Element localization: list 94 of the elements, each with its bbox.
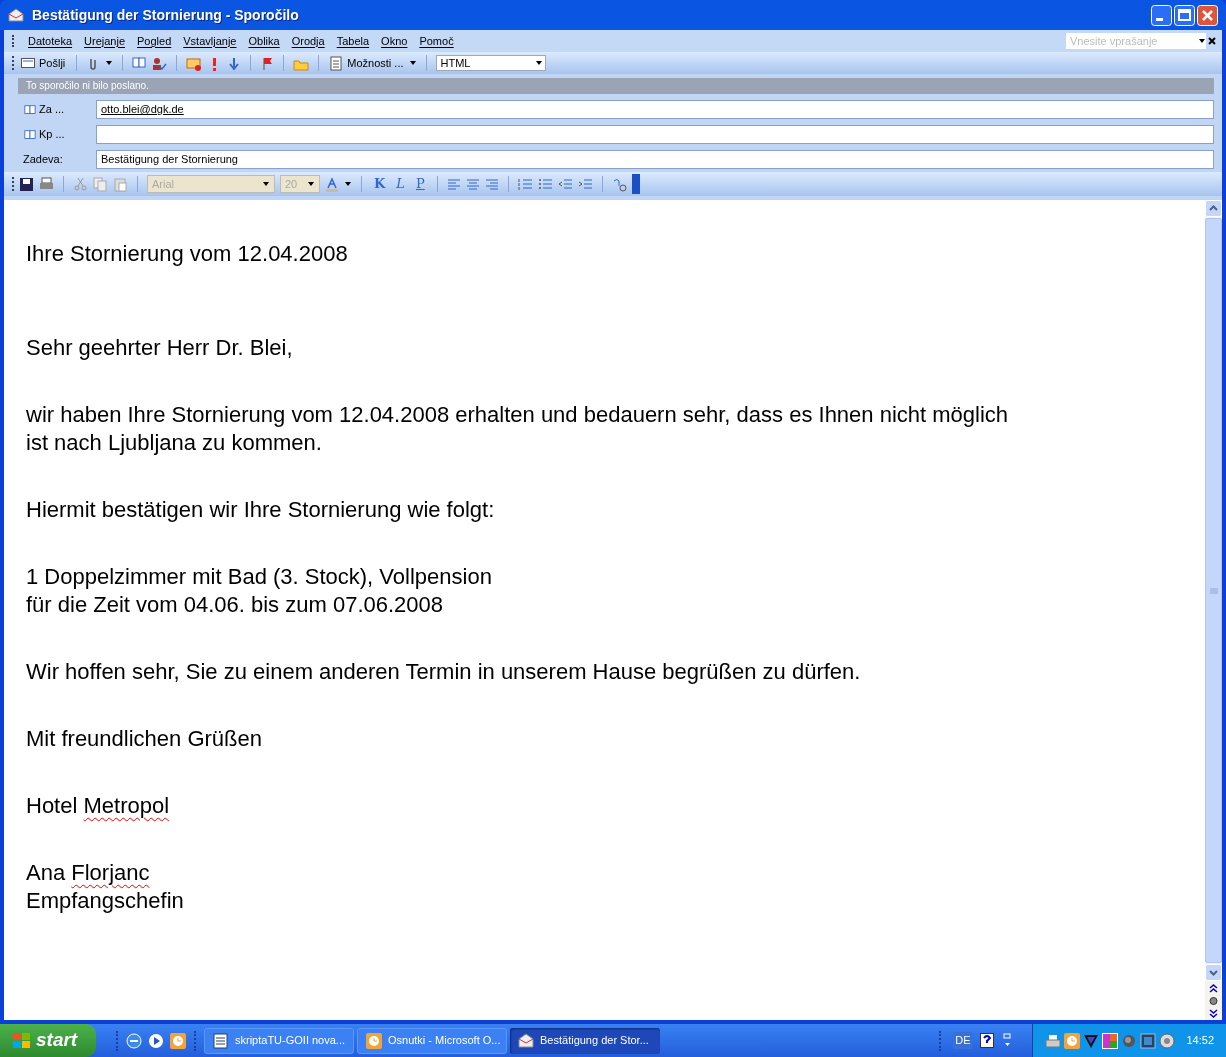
menu-item[interactable]: Pogled [131,32,178,50]
window-title: Bestätigung der Stornierung - Sporočilo [32,5,300,25]
close-icon[interactable] [1206,35,1218,47]
dropdown-caret-icon[interactable] [344,180,352,188]
body-text-line: Ana Florjanc [26,859,151,887]
clock-icon[interactable] [170,1032,186,1049]
antivirus-icon[interactable] [1159,1032,1176,1049]
field-label: Zadeva: [22,152,64,168]
dropdown-caret-icon [534,59,543,67]
menu-item[interactable]: Vstavljanje [177,32,243,50]
triangle-icon[interactable] [1083,1032,1100,1049]
align-right-icon[interactable] [484,176,499,192]
restore-icon[interactable] [1002,1032,1013,1049]
address-book-button[interactable]: Za ... [18,101,96,118]
taskbar-button[interactable]: Osnutki - Microsoft O... [357,1027,507,1054]
check-names-icon[interactable] [151,55,168,71]
clock-icon[interactable] [1064,1032,1081,1049]
body-text-line: ist nach Ljubljana zu kommen. [26,429,323,457]
align-center-icon[interactable] [465,176,480,192]
decrease-indent-icon[interactable] [557,176,573,192]
menu-item[interactable]: Okno [375,32,414,50]
underline-button[interactable]: P [412,174,428,194]
address-book-button[interactable]: Kp ... [18,126,96,143]
document-icon [328,55,344,71]
address-book-icon [23,128,37,141]
scroll-down-button[interactable] [1205,964,1222,981]
menu-item[interactable]: Pomoč [413,32,460,50]
dropdown-caret-icon[interactable] [105,59,114,67]
bold-button[interactable]: K [371,174,389,194]
scrollbar-thumb[interactable] [1205,218,1222,963]
flag-icon[interactable] [260,55,275,71]
language-icon[interactable] [611,176,627,192]
format-dropdown[interactable]: HTML [435,55,546,71]
mail-icon [8,8,24,22]
recipient-field[interactable] [96,125,1214,144]
paste-icon[interactable] [113,176,128,192]
body-text-line: Hotel Metropol [26,792,171,820]
options-button[interactable]: Možnosti ... [328,54,404,72]
envelope-icon[interactable] [186,55,203,71]
minimize-button[interactable] [1151,4,1172,26]
dropdown-caret-icon [1198,37,1206,45]
body-text-line: Sehr geehrter Herr Dr. Blei, [26,334,294,362]
subject-field[interactable]: Bestätigung der Stornierung [96,150,1214,169]
windows-logo [12,1031,32,1050]
language-indicator[interactable]: DE [953,1032,973,1049]
menu-item[interactable]: Urejanje [78,32,131,50]
browser-icon[interactable] [126,1032,142,1049]
scroll-up-button[interactable] [1205,200,1222,217]
align-left-icon[interactable] [446,176,461,192]
maximize-button[interactable] [1174,4,1195,26]
body-text-line: für die Zeit vom 04.06. bis zum 07.06.2008 [26,591,444,619]
colorful-square-icon[interactable] [1102,1032,1119,1049]
body-text-line: 1 Doppelzimmer mit Bad (3. Stock), Vollpension [26,563,493,591]
taskbar-button[interactable]: skriptaTU-GOII nova... [204,1027,354,1054]
send-button[interactable]: Pošlji [19,54,68,72]
body-text-line: wir haben Ihre Stornierung vom 12.04.2008 erhalten und bedauern sehr, dass es Ihnen nicht möglich [26,401,1010,429]
italic-button[interactable]: L [393,174,408,194]
document-icon [213,1032,229,1049]
recipient-field[interactable]: otto.blei@dgk.de [96,100,1214,119]
network-icon[interactable] [1140,1032,1157,1049]
body-text-line: Ihre Stornierung vom 12.04.2008 [26,240,349,268]
speaker-icon[interactable] [1121,1032,1138,1049]
save-icon[interactable] [19,176,34,192]
menu-item[interactable]: Datoteka [22,32,79,50]
font-color-icon[interactable] [325,176,339,192]
body-text-line: Hiermit bestätigen wir Ihre Stornierung wie folgt: [26,496,496,524]
info-bar: To sporočilo ni bilo poslano. [18,78,1214,94]
numbered-list-icon[interactable] [517,176,533,192]
body-text-line: Mit freundlichen Grüßen [26,725,263,753]
increase-indent-icon[interactable] [577,176,593,192]
address-book-icon[interactable] [132,56,147,70]
body-text-line: Wir hoffen sehr, Sie zu einem anderen Termin in unserem Hause begrüßen zu dürfen. [26,658,862,686]
dropdown-caret-icon [262,180,270,188]
body-text-line: Empfangschefin [26,887,185,915]
help-icon[interactable] [980,1032,995,1049]
menu-item[interactable]: Orodja [285,32,331,50]
toolbar-overflow-button[interactable] [631,174,640,194]
menu-item[interactable]: Tabela [330,32,376,50]
print-icon[interactable] [39,176,54,192]
address-book-icon [23,103,37,116]
close-button[interactable] [1197,4,1218,26]
dropdown-caret-icon [307,180,315,188]
dropdown-caret-icon[interactable] [408,59,417,67]
clock-icon [366,1032,382,1049]
mail-icon [518,1032,534,1049]
down-arrow-icon[interactable] [227,55,242,71]
printer-icon[interactable] [1045,1032,1062,1049]
taskbar-button[interactable]: Bestätigung der Stor... [510,1027,660,1054]
menu-item[interactable]: Oblika [242,32,286,50]
help-search-field[interactable]: Vnesite vprašanje [1066,33,1206,49]
media-player-icon[interactable] [148,1032,164,1049]
envelope-icon [21,58,35,68]
bullet-list-icon[interactable] [537,176,553,192]
clock: 14:52 [1186,1033,1214,1049]
